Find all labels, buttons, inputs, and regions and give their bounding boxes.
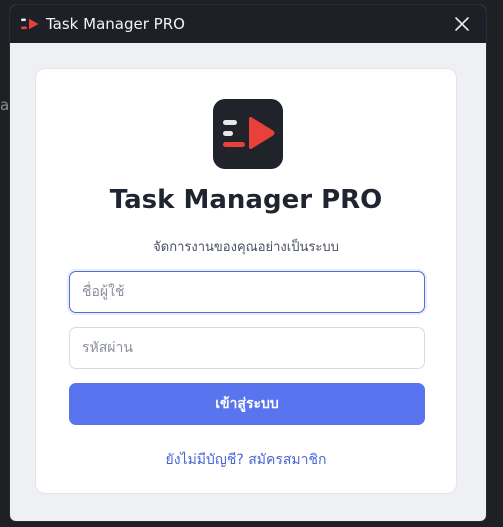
password-input[interactable] (69, 327, 425, 369)
app-logo-icon (21, 18, 39, 30)
app-logo (213, 99, 283, 169)
app-subtitle: จัดการงานของคุณอย่างเป็นระบบ (153, 240, 339, 255)
app-window: Task Manager PRO Task Manager PRO จัดการ… (10, 5, 486, 521)
username-input[interactable] (69, 271, 425, 313)
login-button[interactable]: เข้าสู่ระบบ (69, 383, 425, 425)
app-logo-icon (223, 117, 275, 149)
desktop-edge-text: a (0, 96, 10, 114)
close-icon[interactable] (452, 14, 472, 34)
signup-link[interactable]: ยังไม่มีบัญชี? สมัครสมาชิก (36, 449, 456, 471)
app-title: Task Manager PRO (109, 185, 383, 215)
window-title: Task Manager PRO (46, 15, 185, 33)
title-bar: Task Manager PRO (10, 5, 486, 43)
login-card: Task Manager PRO จัดการงานของคุณอย่างเป็… (35, 68, 457, 494)
